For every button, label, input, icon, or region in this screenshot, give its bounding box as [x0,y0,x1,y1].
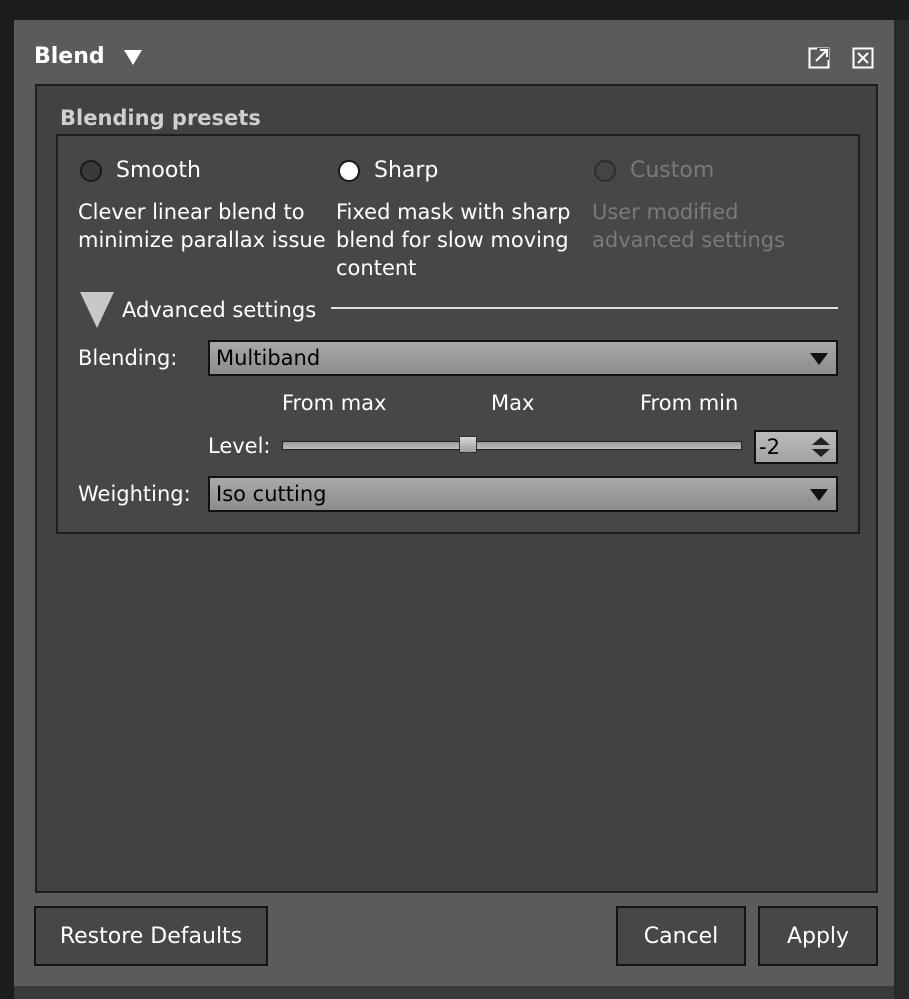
weighting-combo[interactable]: Iso cutting [208,476,838,512]
group-title: Blending presets [60,106,261,130]
restore-defaults-button[interactable]: Restore Defaults [34,906,268,966]
level-spinbox[interactable]: -2 [754,430,838,464]
blending-combo-value: Multiband [216,346,321,370]
tick-from-max: From max [282,391,387,415]
weighting-combo-value: Iso cutting [216,482,327,506]
blending-combo[interactable]: Multiband [208,340,838,376]
radio-custom [594,160,616,182]
cancel-button[interactable]: Cancel [616,906,746,966]
spin-up-icon[interactable] [812,437,830,445]
chevron-down-icon [810,489,828,501]
radio-smooth[interactable] [80,160,102,182]
blending-presets-group: Smooth Clever linear blend to minimize p… [56,134,860,534]
tick-from-min: From min [640,391,739,415]
advanced-settings-label[interactable]: Advanced settings [122,298,316,322]
blend-dialog: Blend Blending presets Smooth Clever lin… [14,20,894,986]
blending-label: Blending: [78,346,178,370]
chevron-down-icon [810,353,828,365]
apply-button[interactable]: Apply [758,906,878,966]
dialog-title: Blend [34,44,105,69]
radio-smooth-label[interactable]: Smooth [116,158,201,183]
content-panel: Blending presets Smooth Clever linear bl… [35,84,878,893]
close-box-icon[interactable] [852,47,874,69]
advanced-collapse-triangle-icon[interactable] [80,292,114,328]
spin-down-icon[interactable] [812,449,830,457]
bottom-bar [14,986,894,999]
weighting-label: Weighting: [78,482,191,506]
level-label: Level: [208,434,271,458]
window-edge [894,20,909,999]
radio-sharp[interactable] [338,160,360,182]
smooth-description: Clever linear blend to minimize parallax… [78,200,326,252]
custom-description: User modified advanced settings [592,200,786,252]
tick-max: Max [491,391,535,415]
level-slider-handle[interactable] [458,436,477,453]
level-slider-track[interactable] [282,441,742,450]
external-link-icon[interactable] [808,47,830,69]
radio-sharp-label[interactable]: Sharp [374,158,438,183]
radio-custom-label: Custom [630,158,715,183]
advanced-divider [331,307,838,309]
title-menu-triangle-icon[interactable] [124,50,142,65]
sharp-description: Fixed mask with sharp blend for slow mov… [336,200,571,280]
level-spinbox-value: -2 [759,435,780,459]
